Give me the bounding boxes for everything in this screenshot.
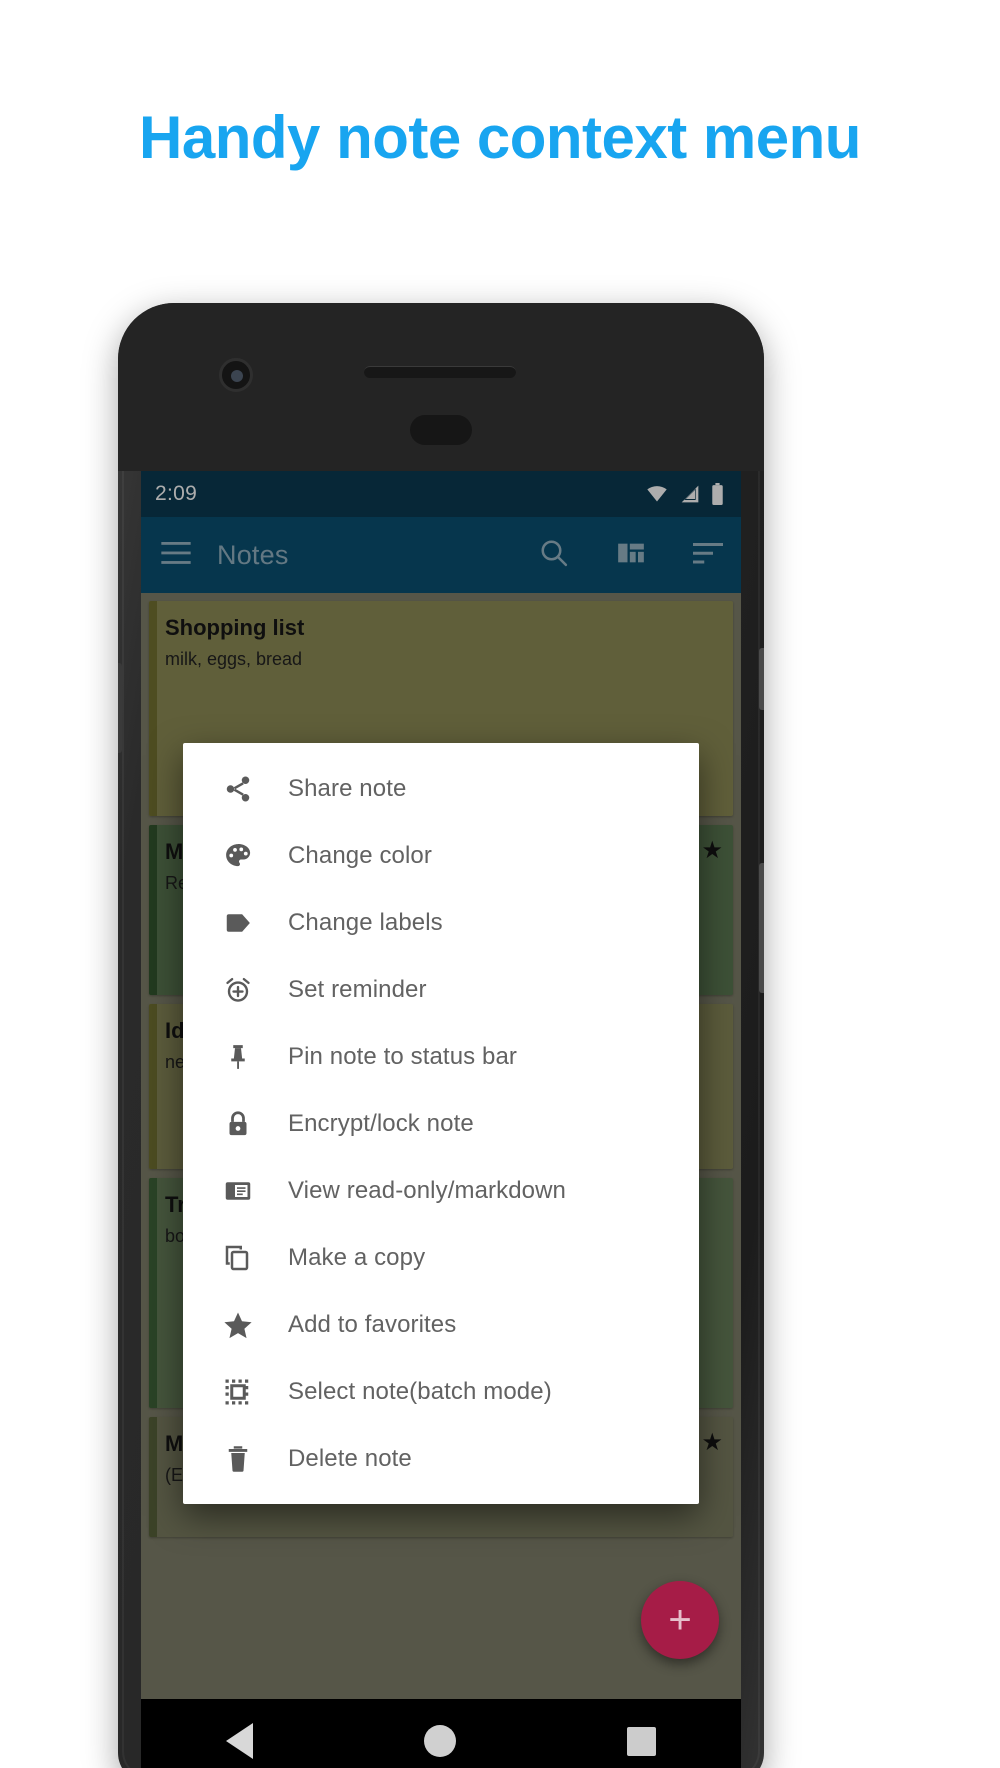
menu-item-change-color[interactable]: Change color <box>183 822 699 889</box>
copy-icon <box>221 1241 255 1275</box>
menu-item-label: View read-only/markdown <box>288 1176 566 1204</box>
sort-icon[interactable] <box>693 540 723 571</box>
nav-home-button[interactable] <box>423 1725 456 1757</box>
menu-item-label: Make a copy <box>288 1243 426 1271</box>
wifi-icon <box>644 484 670 504</box>
menu-item-label: Delete note <box>288 1444 412 1472</box>
menu-item-label: Change labels <box>288 908 443 936</box>
view-mode-icon[interactable] <box>617 539 645 572</box>
page-title: Handy note context menu <box>139 104 861 171</box>
menu-item-add-to-favorites[interactable]: Add to favorites <box>183 1291 699 1358</box>
note-color-bar <box>149 1004 157 1169</box>
add-note-fab[interactable]: + <box>641 1581 719 1659</box>
phone-screen: 2:09 Notes Shopping list milk, eggs, bre… <box>141 471 741 1699</box>
menu-item-select-note-batch-mode[interactable]: Select note(batch mode) <box>183 1358 699 1425</box>
menu-item-label: Share note <box>288 774 407 802</box>
sensor-housing <box>410 415 472 445</box>
reader-icon <box>221 1174 255 1208</box>
status-bar-clock: 2:09 <box>155 482 198 505</box>
app-toolbar: Notes <box>141 517 741 593</box>
signal-icon <box>678 484 702 504</box>
menu-item-label: Pin note to status bar <box>288 1042 518 1070</box>
alarm-add-icon <box>221 973 255 1007</box>
page-root: Handy note context menu 2:09 Notes Shopp… <box>0 0 1000 1768</box>
note-title: Shopping list <box>165 615 305 640</box>
menu-item-encrypt-lock-note[interactable]: Encrypt/lock note <box>183 1090 699 1157</box>
android-navigation-bar <box>141 1699 741 1768</box>
search-icon[interactable] <box>539 538 569 573</box>
phone-top-bezel <box>118 303 764 471</box>
note-favorite-star-icon: ★ <box>701 1429 723 1456</box>
status-bar-icons <box>644 482 725 506</box>
earpiece-speaker <box>364 366 516 378</box>
app-title: Notes <box>217 539 289 570</box>
add-note-fab-label: + <box>668 1598 692 1642</box>
note-color-bar <box>149 825 157 995</box>
menu-item-delete-note[interactable]: Delete note <box>183 1425 699 1492</box>
menu-item-make-a-copy[interactable]: Make a copy <box>183 1224 699 1291</box>
menu-item-share-note[interactable]: Share note <box>183 755 699 822</box>
phone-mockup: 2:09 Notes Shopping list milk, eggs, bre… <box>118 303 764 1768</box>
pin-icon <box>221 1040 255 1074</box>
note-body: milk, eggs, bread <box>165 649 303 669</box>
volume-button[interactable] <box>759 863 764 993</box>
select-all-icon <box>221 1375 255 1409</box>
hamburger-menu-icon[interactable] <box>161 541 191 569</box>
nav-recents-button[interactable] <box>626 1726 656 1756</box>
menu-item-change-labels[interactable]: Change labels <box>183 889 699 956</box>
share-icon <box>221 772 255 806</box>
menu-item-label: Encrypt/lock note <box>288 1109 474 1137</box>
label-tag-icon <box>221 906 255 940</box>
battery-icon <box>710 482 725 506</box>
left-side-button[interactable] <box>118 663 122 753</box>
star-icon <box>221 1308 255 1342</box>
menu-item-set-reminder[interactable]: Set reminder <box>183 956 699 1023</box>
note-color-bar <box>149 1178 157 1408</box>
menu-item-pin-note[interactable]: Pin note to status bar <box>183 1023 699 1090</box>
toolbar-actions <box>539 538 723 573</box>
nav-back-button[interactable] <box>226 1723 254 1759</box>
menu-item-label: Set reminder <box>288 975 427 1003</box>
menu-item-label: Change color <box>288 841 432 869</box>
menu-item-label: Add to favorites <box>288 1310 457 1338</box>
power-button[interactable] <box>759 648 764 710</box>
note-favorite-star-icon: ★ <box>701 837 723 864</box>
note-color-bar <box>149 601 157 816</box>
menu-item-view-readonly-markdown[interactable]: View read-only/markdown <box>183 1157 699 1224</box>
lock-icon <box>221 1107 255 1141</box>
menu-item-label: Select note(batch mode) <box>288 1377 552 1405</box>
note-color-bar <box>149 1417 157 1537</box>
status-bar: 2:09 <box>141 471 741 517</box>
trash-icon <box>221 1442 255 1476</box>
note-context-menu: Share note Change color Change labels Se… <box>183 743 699 1504</box>
palette-icon <box>221 839 255 873</box>
front-camera-icon <box>219 358 253 392</box>
